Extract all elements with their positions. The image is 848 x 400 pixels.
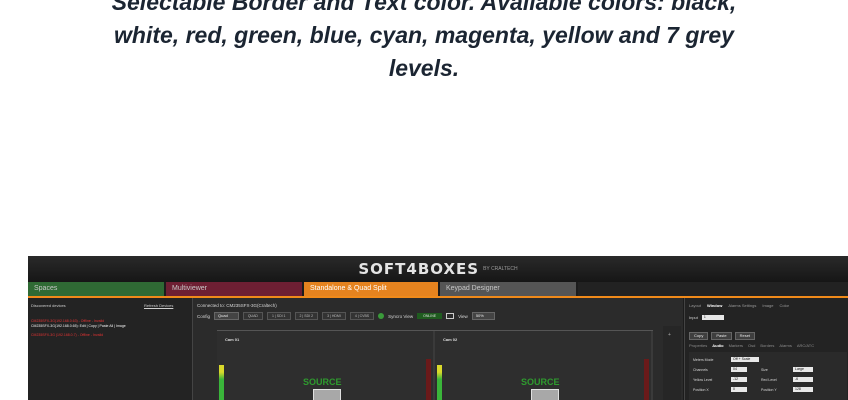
- size-select[interactable]: Large: [793, 367, 813, 372]
- input-label: Input: [689, 315, 698, 320]
- prop-label: Yellow Level: [693, 377, 713, 382]
- preview-rail: +: [663, 326, 681, 400]
- audio-meter: [219, 365, 224, 400]
- pane-label: Cam 02: [443, 337, 458, 342]
- device-item[interactable]: CM235SFX-3G(192.168.0.63) - Offline - In…: [31, 319, 189, 324]
- tab-alarms-settings[interactable]: Alarms Settings: [728, 303, 756, 308]
- app-window: SOFT4BOXES BY CRALTECH Spaces Multiviewe…: [28, 256, 848, 400]
- segment-quad[interactable]: QUAD: [242, 312, 263, 320]
- preview-panel: Connected to: CM235SFX-3G(Craltech) Conf…: [193, 298, 683, 400]
- config-select[interactable]: Quad: [214, 312, 239, 320]
- source-label: SOURCE: [521, 377, 560, 387]
- window-subtabs: Properties Audio Markers Osd Borders Ala…: [689, 343, 848, 348]
- prop-label: Red Level: [761, 377, 777, 382]
- view-label: View: [458, 313, 468, 319]
- device-item[interactable]: CM235SFX-3G (192.168.0.7) - Offline - In…: [31, 333, 189, 338]
- segment-sdi-1[interactable]: 1 | SDI 1: [266, 312, 291, 320]
- prop-row-channels: Channels 04 Size Large: [693, 367, 813, 372]
- audio-meter: [437, 365, 442, 400]
- red-level-input[interactable]: -6: [793, 377, 813, 382]
- tab-window[interactable]: Window: [707, 303, 722, 308]
- preview-toolbar: Config Quad QUAD 1 | SDI 1 2 | SDI 2 3 |…: [197, 312, 667, 320]
- subtab-borders[interactable]: Borders: [760, 343, 774, 348]
- prop-label: Position Y: [761, 387, 777, 392]
- headline-line-1: Selectable Border and Text color. Availa…: [111, 0, 737, 15]
- subtab-audio[interactable]: Audio: [712, 343, 723, 348]
- pane-label: Cam 01: [225, 337, 240, 342]
- devices-header: Discovered devices: [31, 303, 66, 308]
- headline-line-2: white, red, green, blue, cyan, magenta, …: [114, 22, 734, 48]
- segment-sdi-2[interactable]: 2 | SDI 2: [294, 312, 319, 320]
- headline-line-3: levels.: [388, 55, 460, 81]
- brand-sub: BY CRALTECH: [483, 266, 518, 272]
- meters-mode-select[interactable]: Off + Scale: [731, 357, 759, 362]
- headline: Selectable Border and Text color. Availa…: [0, 0, 848, 85]
- prop-row-meters-mode: Meters Mode Off + Scale: [693, 357, 759, 362]
- reset-button[interactable]: Reset: [734, 332, 756, 340]
- segment-hdmi[interactable]: 3 | HDMI: [322, 312, 346, 320]
- tab-image[interactable]: Image: [762, 303, 773, 308]
- settings-tabs: Layout Window Alarms Settings Image Colo…: [689, 303, 848, 308]
- position-x-input[interactable]: 0: [731, 387, 747, 392]
- tab-color[interactable]: Color: [779, 303, 789, 308]
- source-thumbnail: [531, 389, 559, 400]
- prop-label: Channels: [693, 367, 708, 372]
- sync-icon[interactable]: [378, 313, 385, 319]
- subtab-alarms[interactable]: Alarms: [779, 343, 791, 348]
- sync-label: Syncro View: [388, 313, 414, 319]
- prop-label: Meters Mode: [693, 357, 714, 362]
- subtab-markers[interactable]: Markers: [729, 343, 743, 348]
- subtab-osd[interactable]: Osd: [748, 343, 755, 348]
- preview-pane-cam-02[interactable]: Cam 02 SOURCE: [435, 331, 651, 400]
- source-thumbnail: [313, 389, 341, 400]
- connected-label: Connected to: CM235SFX-3G(Craltech): [197, 303, 277, 308]
- input-field[interactable]: 1: [701, 315, 724, 320]
- source-label: SOURCE: [303, 377, 342, 387]
- audio-properties: Meters Mode Off + Scale Channels 04 Size…: [689, 352, 847, 400]
- tab-standalone-quad-split[interactable]: Standalone & Quad Split: [304, 282, 438, 296]
- main-tabs: Spaces Multiviewer Standalone & Quad Spl…: [28, 282, 848, 298]
- input-row: Input 1: [689, 315, 724, 320]
- brand-logo: SOFT4BOXES: [358, 260, 480, 278]
- prop-row-position: Position X 0 Position Y 128: [693, 387, 813, 392]
- copy-button[interactable]: Copy: [689, 332, 709, 340]
- yellow-level-input[interactable]: -12: [731, 377, 747, 382]
- refresh-devices-link[interactable]: Refresh Devices: [144, 303, 173, 308]
- preview-panes: Cam 01 SOURCE Cam 02 SOURCE: [217, 330, 653, 400]
- audio-meter-right: [426, 359, 431, 400]
- prop-row-levels: Yellow Level -12 Red Level -6: [693, 377, 813, 382]
- audio-meter-right: [644, 359, 649, 400]
- clipboard-buttons: Copy Paste Reset: [689, 332, 756, 340]
- prop-label: Size: [761, 367, 768, 372]
- view-zoom-select[interactable]: 50%: [471, 312, 495, 320]
- tab-layout[interactable]: Layout: [689, 303, 701, 308]
- channels-select[interactable]: 04: [731, 367, 747, 372]
- paste-button[interactable]: Paste: [711, 332, 732, 340]
- online-badge: ONLINE: [417, 313, 443, 319]
- position-y-input[interactable]: 128: [793, 387, 813, 392]
- tab-spacer: [578, 282, 848, 296]
- device-panel: Discovered devices Refresh Devices CM235…: [28, 298, 193, 400]
- config-label: Config: [197, 313, 211, 319]
- add-icon[interactable]: +: [668, 332, 671, 338]
- tab-keypad-designer[interactable]: Keypad Designer: [440, 282, 576, 296]
- prop-label: Position X: [693, 387, 709, 392]
- tab-spaces[interactable]: Spaces: [28, 282, 164, 296]
- segment-cvbs[interactable]: 4 | CVBS: [349, 312, 375, 320]
- properties-panel: Layout Window Alarms Settings Image Colo…: [684, 298, 848, 400]
- monitor-icon: [446, 313, 455, 319]
- brand-bar: SOFT4BOXES BY CRALTECH: [28, 256, 848, 282]
- preview-pane-cam-01[interactable]: Cam 01 SOURCE: [217, 331, 433, 400]
- tab-multiviewer[interactable]: Multiviewer: [166, 282, 302, 296]
- subtab-properties[interactable]: Properties: [689, 343, 707, 348]
- subtab-arc-atc[interactable]: ARC/ATC: [797, 343, 814, 348]
- device-item-active[interactable]: CM235SFX-3G(192.168.0.65): Edit | Copy |…: [31, 324, 189, 329]
